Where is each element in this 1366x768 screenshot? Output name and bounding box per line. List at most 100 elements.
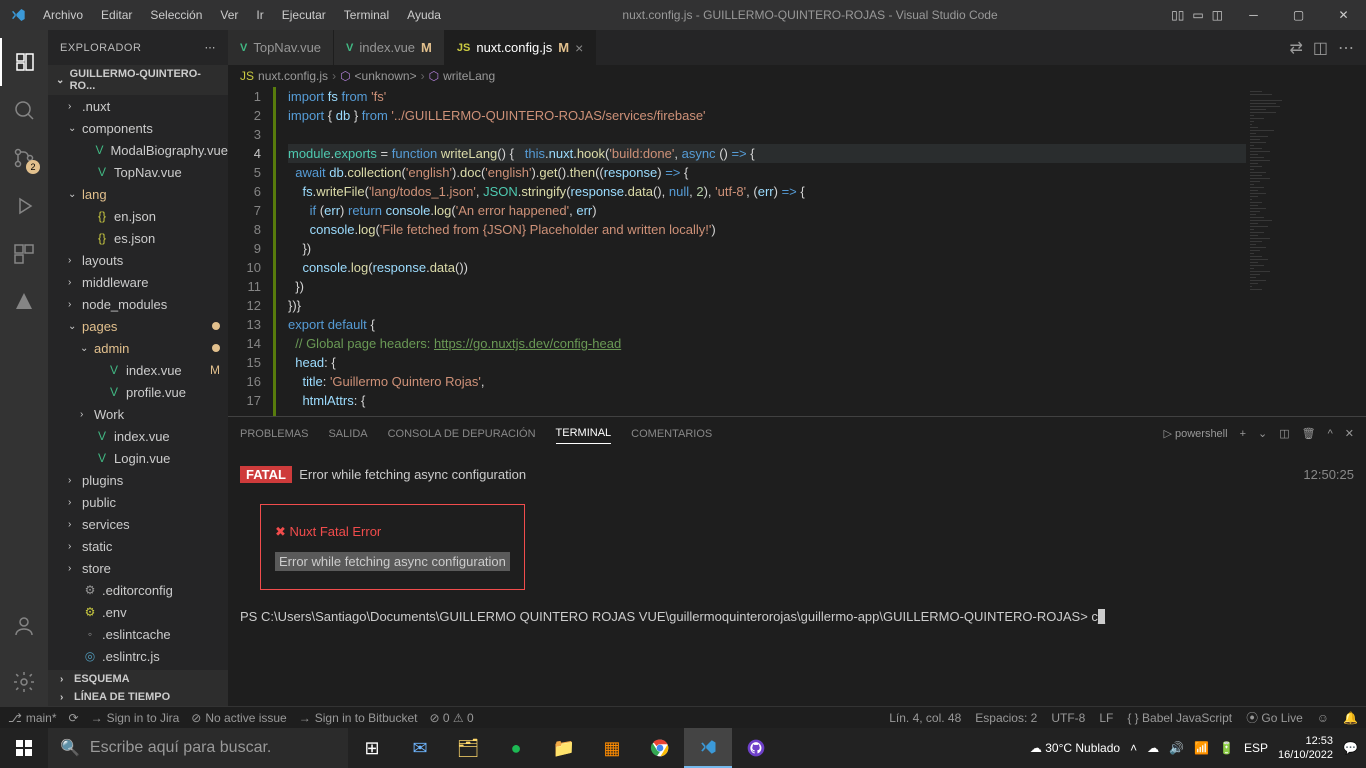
shell-selector[interactable]: ▷ powershell (1163, 423, 1227, 444)
bitbucket-signin[interactable]: → Sign in to Bitbucket (299, 711, 418, 725)
layout-icon[interactable]: ▭ (1192, 8, 1203, 22)
breadcrumb[interactable]: JS nuxt.config.js › ⬡ <unknown> › ⬡ writ… (228, 65, 1366, 87)
tree-item[interactable]: VTopNav.vue (48, 161, 228, 183)
start-button[interactable] (0, 728, 48, 768)
tree-item[interactable]: ›plugins (48, 469, 228, 491)
taskbar-search[interactable]: 🔍 Escribe aquí para buscar. (48, 728, 348, 768)
notifications-icon[interactable]: 🔔 (1343, 709, 1358, 726)
menu-run[interactable]: Ejecutar (274, 4, 334, 26)
run-debug-icon[interactable] (0, 182, 48, 230)
menu-view[interactable]: Ver (212, 4, 246, 26)
explorer-icon[interactable] (0, 38, 48, 86)
battery-icon[interactable]: 🔋 (1219, 741, 1234, 755)
task-view-icon[interactable]: ⊞ (348, 728, 396, 768)
tree-item[interactable]: Vindex.vue (48, 425, 228, 447)
maximize-panel-icon[interactable]: ^ (1328, 424, 1333, 444)
jira-signin[interactable]: → Sign in to Jira (91, 711, 180, 725)
language-indicator[interactable]: { } Babel JavaScript (1127, 709, 1232, 726)
tray-chevron-icon[interactable]: ˄ (1130, 741, 1137, 755)
split-icon[interactable]: ◫ (1313, 38, 1328, 58)
source-control-icon[interactable]: 2 (0, 134, 48, 182)
editor-tab[interactable]: VTopNav.vue (228, 30, 334, 65)
sidebar-more-icon[interactable]: ⋯ (205, 41, 217, 54)
encoding-indicator[interactable]: UTF-8 (1051, 709, 1085, 726)
editor-tab[interactable]: Vindex.vueM (334, 30, 445, 65)
minimap[interactable]: ▬▬▬▬▬▬▬▬▬▬▬▬▬▬▬▬▬▬▬▬▬▬▬▬▬▬▬▬▬▬▬▬▬▬▬▬▬▬▬▬… (1246, 87, 1366, 416)
tree-item[interactable]: ⚙.env (48, 601, 228, 623)
panel-tab-output[interactable]: SALIDA (328, 424, 367, 444)
onedrive-icon[interactable]: ☁ (1147, 741, 1159, 755)
search-icon[interactable] (0, 86, 48, 134)
eol-indicator[interactable]: LF (1099, 709, 1113, 726)
terminal-dropdown-icon[interactable]: ⌄ (1258, 423, 1267, 444)
extensions-icon[interactable] (0, 230, 48, 278)
tree-item[interactable]: ›layouts (48, 249, 228, 271)
chrome-icon[interactable] (636, 728, 684, 768)
editor-tab[interactable]: JSnuxt.config.jsM× (445, 30, 596, 65)
sidebar-root[interactable]: ⌄GUILLERMO-QUINTERO-RO... (48, 65, 228, 95)
clock[interactable]: 12:5316/10/2022 (1278, 734, 1333, 762)
mail-icon[interactable]: ✉ (396, 728, 444, 768)
tree-item[interactable]: {}es.json (48, 227, 228, 249)
cursor-position[interactable]: Lín. 4, col. 48 (889, 709, 961, 726)
terminal-output[interactable]: FATAL Error while fetching async configu… (228, 450, 1366, 706)
github-icon[interactable] (732, 728, 780, 768)
minimize-button[interactable]: ─ (1231, 0, 1276, 30)
menu-edit[interactable]: Editar (93, 4, 140, 26)
close-panel-icon[interactable]: ✕ (1345, 423, 1354, 444)
problems-indicator[interactable]: ⊘ 0 ⚠ 0 (429, 711, 473, 725)
go-live[interactable]: ⦿ Go Live (1246, 709, 1303, 726)
tree-item[interactable]: VLogin.vue (48, 447, 228, 469)
tree-item[interactable]: ›Work (48, 403, 228, 425)
indent-indicator[interactable]: Espacios: 2 (975, 709, 1037, 726)
layout-icon[interactable]: ▯▯ (1171, 8, 1184, 22)
explorer-app-icon[interactable]: 🗂 (444, 728, 492, 768)
tree-item[interactable]: ›static (48, 535, 228, 557)
tree-item[interactable]: ⌄admin (48, 337, 228, 359)
tree-item[interactable]: ◦.eslintcache (48, 623, 228, 645)
split-terminal-icon[interactable]: ◫ (1279, 423, 1289, 444)
azure-icon[interactable] (0, 278, 48, 326)
keyboard-layout[interactable]: ESP (1244, 741, 1268, 755)
tree-item[interactable]: ›store (48, 557, 228, 579)
tree-item[interactable]: {}en.json (48, 205, 228, 227)
tree-item[interactable]: ◎.eslintrc.js (48, 645, 228, 667)
menu-go[interactable]: Ir (248, 4, 271, 26)
settings-icon[interactable] (0, 658, 48, 706)
tree-item[interactable]: ⌄components (48, 117, 228, 139)
media-icon[interactable]: ▦ (588, 728, 636, 768)
tree-item[interactable]: ›services (48, 513, 228, 535)
branch-indicator[interactable]: ⎇ main* (8, 711, 57, 725)
vscode-app-icon[interactable] (684, 728, 732, 768)
menu-file[interactable]: Archivo (35, 4, 91, 26)
panel-tab-debug-console[interactable]: CONSOLA DE DEPURACIÓN (388, 424, 536, 444)
kill-terminal-icon[interactable]: 🗑 (1302, 423, 1316, 444)
feedback-icon[interactable]: ☺ (1317, 709, 1329, 726)
panel-tab-terminal[interactable]: TERMINAL (556, 423, 612, 444)
tree-item[interactable]: ›.nuxt (48, 95, 228, 117)
volume-icon[interactable]: 🔊 (1169, 741, 1184, 755)
timeline-section[interactable]: ›LÍNEA DE TIEMPO (48, 688, 228, 706)
menu-terminal-m[interactable]: Terminal (336, 4, 397, 26)
tree-item[interactable]: ⌄lang (48, 183, 228, 205)
tree-item[interactable]: ›middleware (48, 271, 228, 293)
tree-item[interactable]: VModalBiography.vue (48, 139, 228, 161)
account-icon[interactable] (0, 602, 48, 650)
tree-item[interactable]: ›node_modules (48, 293, 228, 315)
close-button[interactable]: ✕ (1321, 0, 1366, 30)
folder-icon[interactable]: 📁 (540, 728, 588, 768)
jira-issue[interactable]: ⊘ No active issue (191, 711, 286, 725)
tree-item[interactable]: ›public (48, 491, 228, 513)
tree-item[interactable]: Vindex.vueM (48, 359, 228, 381)
layout-icon[interactable]: ◫ (1212, 8, 1223, 22)
spotify-icon[interactable]: ● (492, 728, 540, 768)
tree-item[interactable]: ⚙.editorconfig (48, 579, 228, 601)
wifi-icon[interactable]: 📶 (1194, 741, 1209, 755)
panel-tab-problems[interactable]: PROBLEMAS (240, 424, 308, 444)
action-center-icon[interactable]: 💬 (1343, 741, 1358, 755)
outline-section[interactable]: ›ESQUEMA (48, 670, 228, 688)
more-icon[interactable]: ⋯ (1338, 38, 1354, 58)
sync-icon[interactable]: ⟳ (69, 711, 79, 725)
new-terminal-icon[interactable]: + (1240, 424, 1246, 444)
tree-item[interactable]: Vprofile.vue (48, 381, 228, 403)
